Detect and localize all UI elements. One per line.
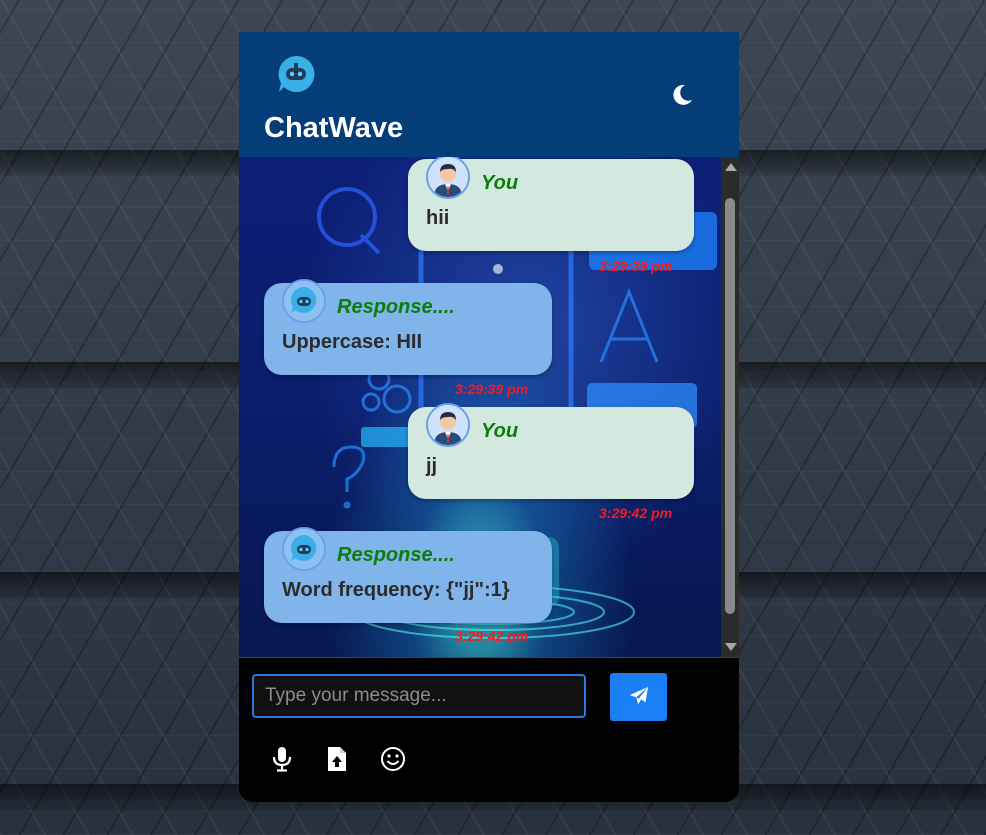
chatbot-logo-icon <box>276 54 316 94</box>
message-text: Word frequency: {"jj":1} <box>282 579 510 601</box>
message-bubble-bot: Response.... Word frequency: {"jj":1} <box>264 527 552 623</box>
message-sender: You <box>481 172 519 194</box>
send-button[interactable] <box>610 673 667 721</box>
message-scrollbar[interactable] <box>721 157 739 657</box>
message-bubble-user: You hii <box>408 157 694 251</box>
message-sender: Response.... <box>337 296 455 318</box>
moon-icon[interactable] <box>669 82 695 108</box>
message-bubble-bot: Response.... Uppercase: HII <box>264 279 552 375</box>
user-avatar-icon <box>426 157 470 199</box>
emoji-icon[interactable] <box>380 746 405 772</box>
user-avatar-icon <box>426 403 470 447</box>
message-sender: Response.... <box>337 544 455 566</box>
message-timestamp: 3:29:39 pm <box>599 258 673 274</box>
file-upload-icon[interactable] <box>326 746 350 772</box>
paper-plane-icon <box>629 686 648 704</box>
scroll-up-arrow-icon[interactable] <box>725 163 737 171</box>
scroll-down-arrow-icon[interactable] <box>725 643 737 651</box>
message-composer <box>239 657 739 802</box>
chat-header: ChatWave <box>239 32 739 157</box>
app-title: ChatWave <box>264 112 404 144</box>
message-list[interactable]: You hii 3:29:39 pm Response.... Uppercas… <box>239 157 721 657</box>
message-input[interactable] <box>252 674 586 718</box>
message-text: jj <box>426 455 438 477</box>
bot-avatar-icon <box>282 279 326 323</box>
chat-window: ChatWave You hii 3:29:39 pm Response....… <box>239 32 739 802</box>
message-sender: You <box>481 420 519 442</box>
message-timestamp: 3:29:42 pm <box>455 628 529 644</box>
scroll-thumb[interactable] <box>725 198 735 614</box>
message-timestamp: 3:29:39 pm <box>455 381 529 397</box>
message-text: hii <box>426 207 450 229</box>
message-timestamp: 3:29:42 pm <box>599 505 673 521</box>
message-bubble-user: You jj <box>408 403 694 499</box>
message-text: Uppercase: HII <box>282 331 423 353</box>
bot-avatar-icon <box>282 527 326 571</box>
microphone-icon[interactable] <box>270 746 294 772</box>
